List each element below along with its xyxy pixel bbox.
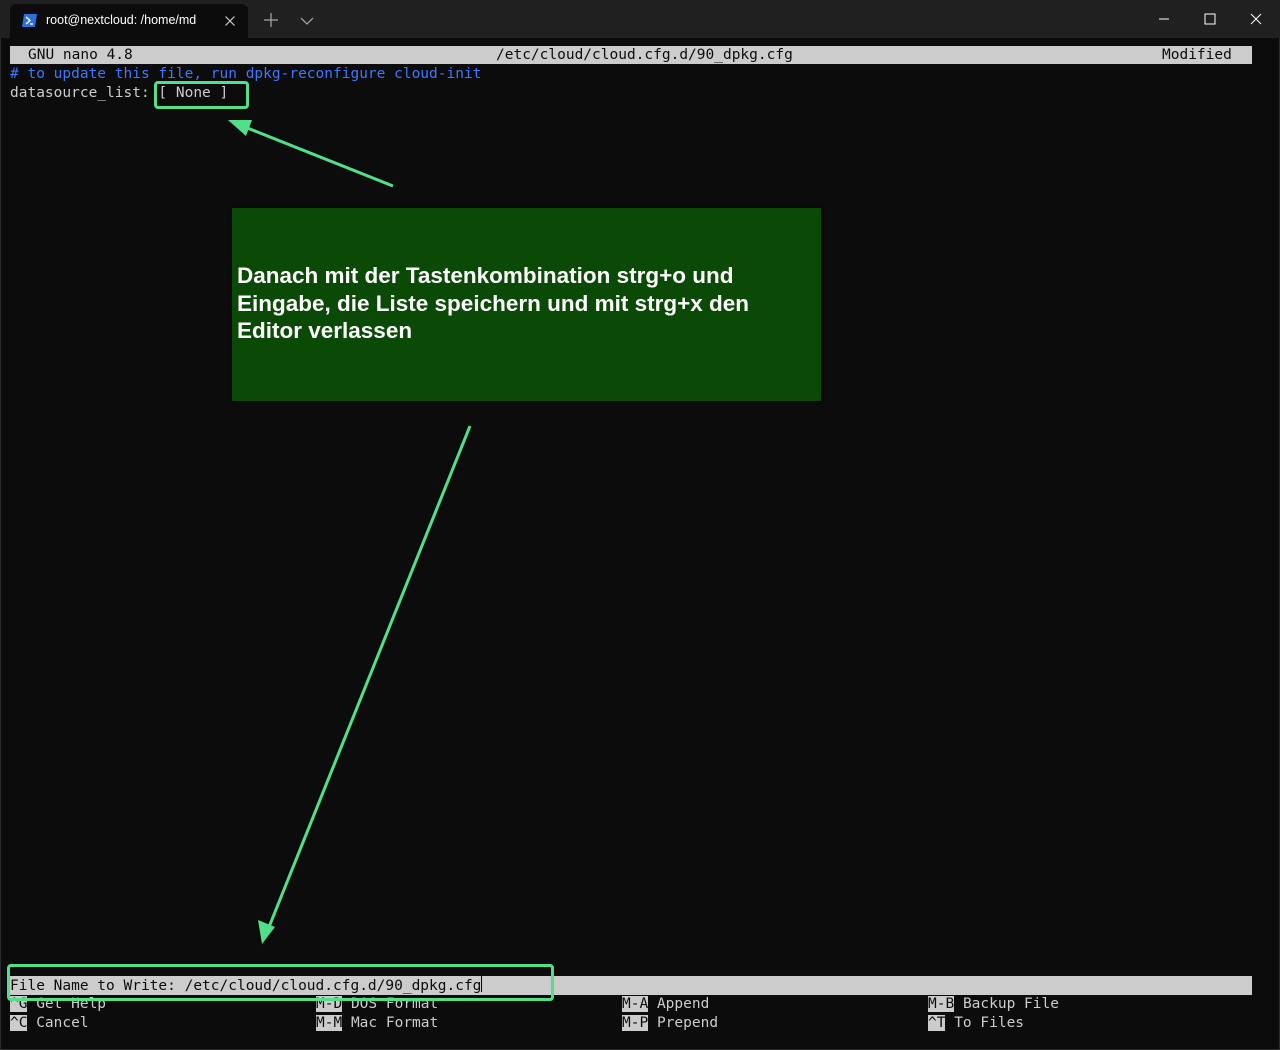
highlight-box-none xyxy=(154,81,249,109)
powershell-icon xyxy=(22,14,37,27)
nano-status: Modified xyxy=(1162,47,1232,63)
close-window-icon[interactable] xyxy=(1245,8,1267,30)
annotation-text: Danach mit der Tastenkombination strg+o … xyxy=(237,263,749,343)
shortcut-to-files: ^T To Files xyxy=(928,1015,1025,1031)
minimize-icon[interactable] xyxy=(1153,8,1175,30)
shortcut-backup-file: M-B Backup File xyxy=(928,996,1059,1012)
highlight-box-prompt xyxy=(7,964,554,1001)
new-tab-icon[interactable] xyxy=(262,11,280,29)
window-title-bar: root@nextcloud: /home/md xyxy=(0,0,1280,38)
nano-header-bar: GNU nano 4.8 /etc/cloud/cloud.cfg.d/90_d… xyxy=(10,46,1252,64)
tab-title: root@nextcloud: /home/md xyxy=(46,13,197,27)
chevron-down-icon[interactable] xyxy=(298,12,316,30)
shortcut-mac-format: M-M Mac Format xyxy=(316,1015,439,1031)
terminal-tab[interactable]: root@nextcloud: /home/md xyxy=(10,4,248,38)
shortcut-cancel: ^C Cancel xyxy=(10,1015,89,1031)
nano-filename: /etc/cloud/cloud.cfg.d/90_dpkg.cfg xyxy=(496,47,793,63)
shortcut-append: M-A Append xyxy=(622,996,710,1012)
close-tab-icon[interactable] xyxy=(222,13,238,29)
nano-version: GNU nano 4.8 xyxy=(28,47,133,63)
terminal-area[interactable]: GNU nano 4.8 /etc/cloud/cloud.cfg.d/90_d… xyxy=(0,38,1280,1050)
annotation-note: Danach mit der Tastenkombination strg+o … xyxy=(232,208,821,401)
shortcut-prepend: M-P Prepend xyxy=(622,1015,719,1031)
maximize-icon[interactable] xyxy=(1199,8,1221,30)
